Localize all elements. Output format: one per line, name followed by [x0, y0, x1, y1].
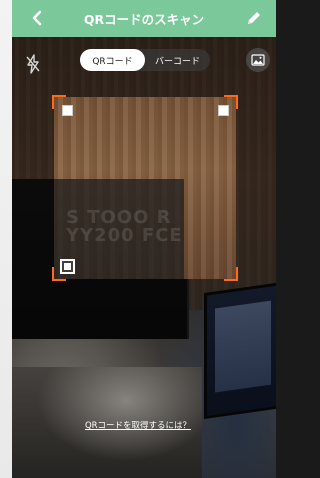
camera-preview: S TOOO R YY200 FCE [12, 37, 276, 478]
scan-area: S TOOO R YY200 FCE [52, 95, 238, 281]
image-icon [251, 54, 265, 66]
edit-button[interactable] [246, 10, 264, 28]
app-frame: S TOOO R YY200 FCE QRコードのスキャン QRコード バーコー… [0, 0, 276, 478]
detection-marker [218, 105, 229, 116]
detection-marker [60, 259, 75, 274]
chevron-left-icon [32, 10, 42, 26]
gallery-button[interactable] [246, 48, 270, 72]
back-button[interactable] [28, 9, 46, 27]
nav-bar: QRコードのスキャン [12, 0, 276, 37]
detection-marker [62, 105, 73, 116]
flash-toggle-button[interactable] [26, 54, 40, 74]
scan-corner-bottom-right [224, 267, 238, 281]
how-to-get-qr-link[interactable]: QRコードを取得するには？ [0, 419, 276, 431]
tab-barcode[interactable]: バーコード [145, 49, 210, 71]
pencil-icon [248, 12, 260, 24]
left-edge [0, 0, 12, 478]
scan-mode-switch: QRコード バーコード [80, 49, 210, 71]
camera-ghost-text: S TOOO R YY200 FCE [66, 207, 183, 246]
flash-off-icon [26, 54, 40, 74]
tab-qr-code[interactable]: QRコード [80, 49, 145, 71]
page-title: QRコードのスキャン [83, 12, 205, 27]
